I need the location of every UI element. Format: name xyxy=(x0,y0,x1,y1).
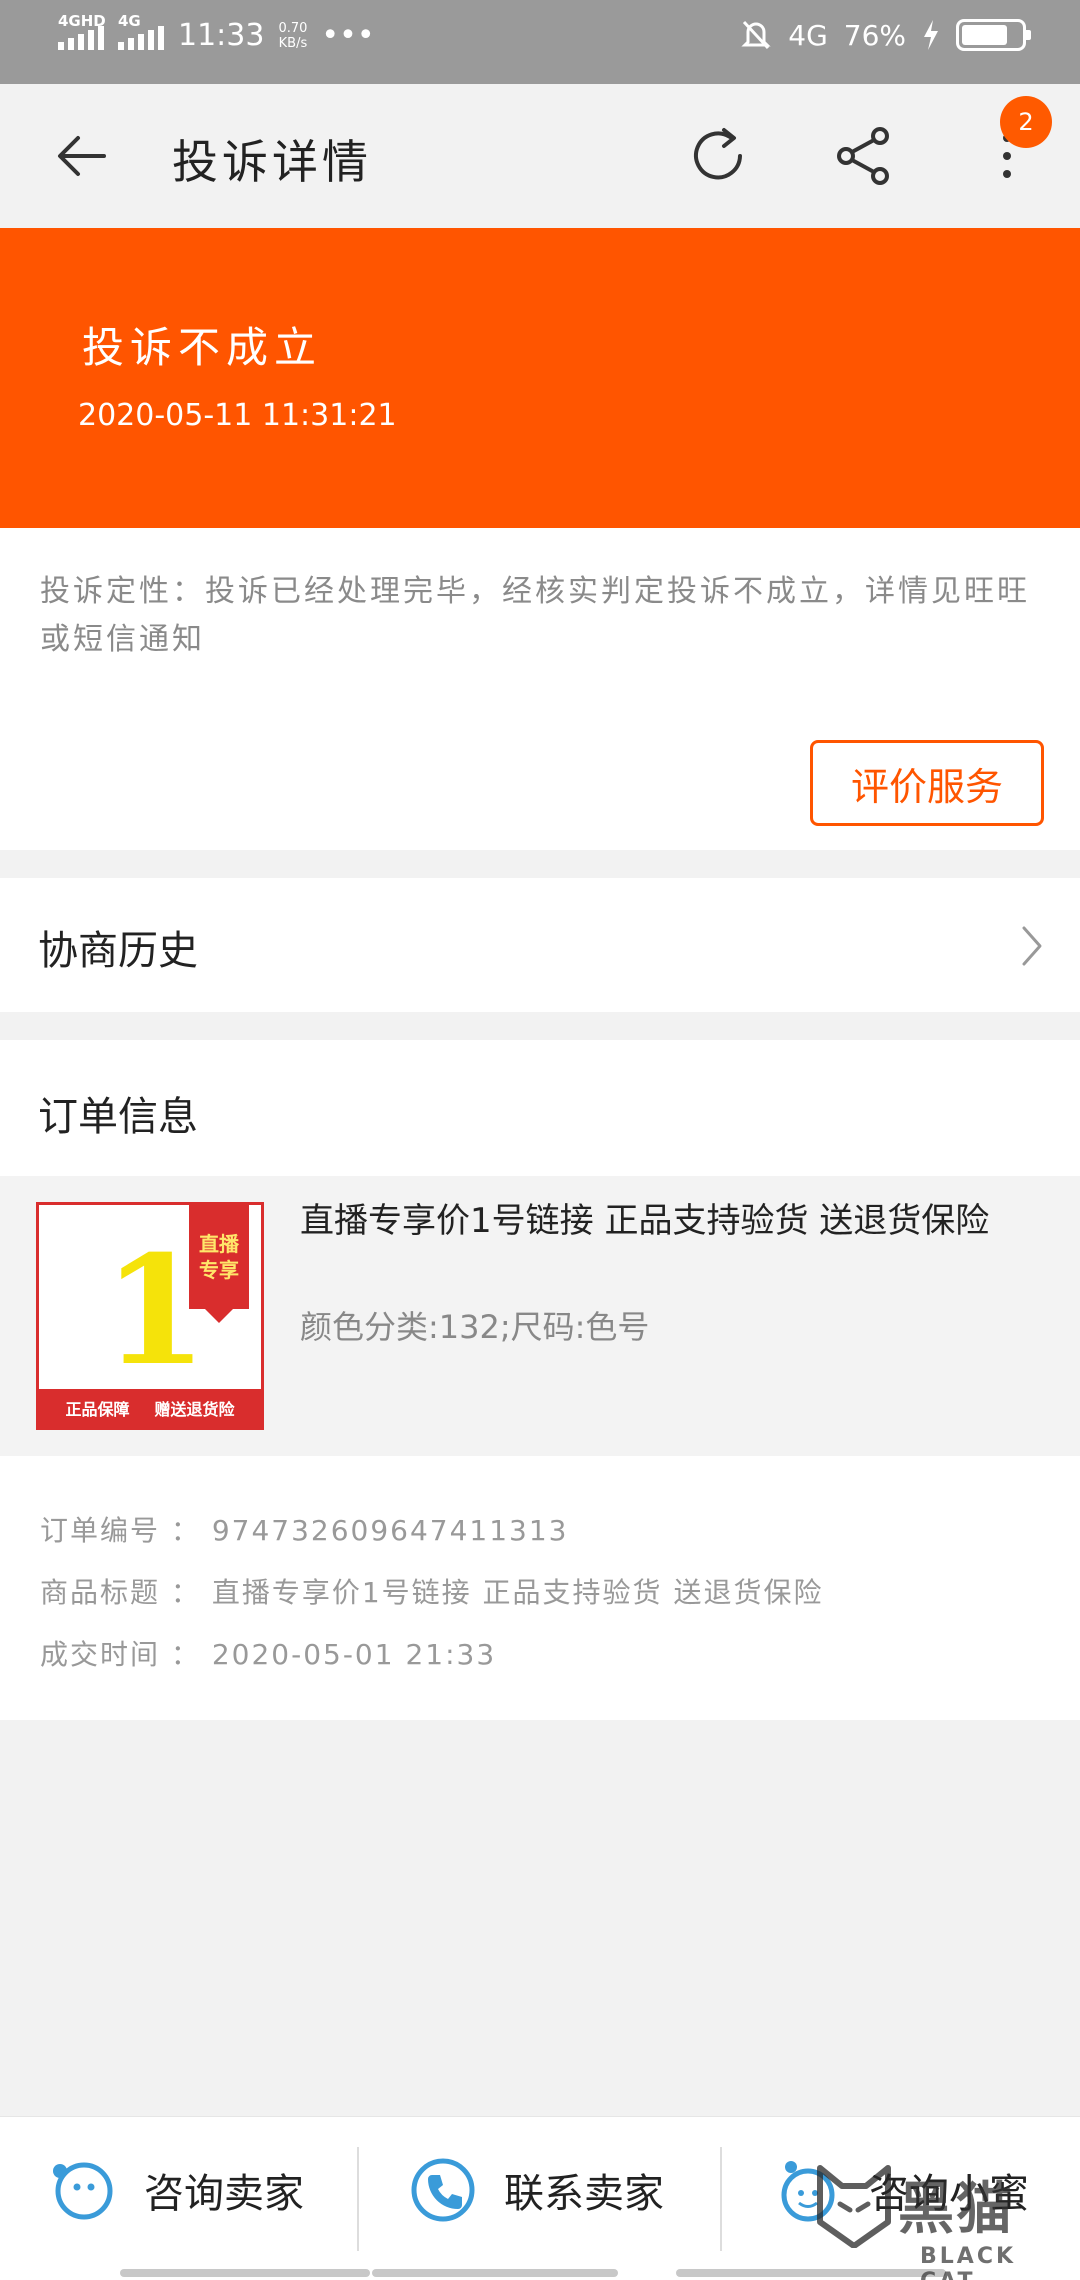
mute-icon xyxy=(741,20,771,50)
order-details: 订单编号 ： 974732609647411313 商品标题 ： 直播专享价1号… xyxy=(40,1500,823,1686)
thumbnail-live-tag: 直播 专享 xyxy=(189,1205,249,1323)
product-item[interactable]: 1 直播 专享 正品保障 赠送退货险 直播专享价1号链接 正品支持验货 送退货保… xyxy=(0,1176,1080,1456)
battery-percent: 76% xyxy=(843,18,906,52)
product-thumbnail: 1 直播 专享 正品保障 赠送退货险 xyxy=(36,1202,264,1430)
back-arrow-icon[interactable] xyxy=(52,126,112,186)
product-name: 直播专享价1号链接 正品支持验货 送退货保险 xyxy=(300,1201,990,1241)
order-info-label: 订单信息 xyxy=(38,1094,198,1140)
status-bar: 4GHD 4G 11:33 0.70 KB/s ••• 4G 76% xyxy=(0,0,1080,84)
nav-bar: 投诉详情 2 xyxy=(0,84,1080,228)
order-info-card: 订单信息 1 直播 专享 正品保障 赠送退货险 直播专享价1号链接 正品支持验货… xyxy=(0,1040,1080,1720)
complaint-description-card: 投诉定性：投诉已经处理完毕，经核实判定投诉不成立，详情见旺旺或短信通知 评价服务 xyxy=(0,528,1080,850)
battery-icon xyxy=(956,19,1031,51)
complaint-status-banner: 投诉不成立 2020-05-11 11:31:21 xyxy=(0,228,1080,528)
thumbnail-guarantee-strip: 正品保障 赠送退货险 xyxy=(39,1389,261,1427)
notification-badge: 2 xyxy=(1000,96,1052,148)
share-icon[interactable] xyxy=(832,124,896,188)
chevron-right-icon xyxy=(1022,926,1042,966)
signal-icon: 4GHD xyxy=(58,12,106,50)
network-speed: 0.70 KB/s xyxy=(278,20,308,51)
deal-time-row: 成交时间 ： 2020-05-01 21:33 xyxy=(40,1638,497,1671)
contact-seller-button[interactable]: 联系卖家 xyxy=(410,2157,664,2223)
complaint-result-time: 2020-05-11 11:31:21 xyxy=(78,398,397,433)
consult-seller-button[interactable]: 咨询卖家 xyxy=(50,2157,304,2223)
page-title: 投诉详情 xyxy=(172,135,372,189)
order-number: 974732609647411313 xyxy=(211,1514,569,1547)
order-number-row: 订单编号 ： 974732609647411313 xyxy=(40,1514,569,1547)
chat-bubble-icon xyxy=(53,2162,113,2220)
product-title: 直播专享价1号链接 正品支持验货 送退货保险 xyxy=(211,1576,824,1609)
negotiation-history-row[interactable]: 协商历史 xyxy=(0,878,1080,1012)
charging-icon xyxy=(924,20,938,50)
product-sku: 颜色分类:132;尺码:色号 xyxy=(300,1308,650,1346)
product-title-row: 商品标题 ： 直播专享价1号链接 正品支持验货 送退货保险 xyxy=(40,1576,824,1609)
deal-time: 2020-05-01 21:33 xyxy=(211,1638,497,1671)
rate-service-button[interactable]: 评价服务 xyxy=(810,740,1044,826)
phone-icon xyxy=(411,2158,475,2222)
status-time: 11:33 xyxy=(178,18,265,53)
signal-icon: 4G xyxy=(118,12,164,50)
complaint-description: 投诉定性：投诉已经处理完毕，经核实判定投诉不成立，详情见旺旺或短信通知 xyxy=(40,574,1030,657)
network-type: 4G xyxy=(788,18,828,52)
complaint-result: 投诉不成立 xyxy=(82,323,323,372)
refresh-icon[interactable] xyxy=(686,124,750,188)
negotiation-history-label: 协商历史 xyxy=(38,928,198,974)
more-notifications-icon: ••• xyxy=(321,18,375,53)
watermark: 黑猫 BLACK CAT xyxy=(802,2164,1080,2280)
black-cat-logo-icon xyxy=(817,2165,891,2248)
